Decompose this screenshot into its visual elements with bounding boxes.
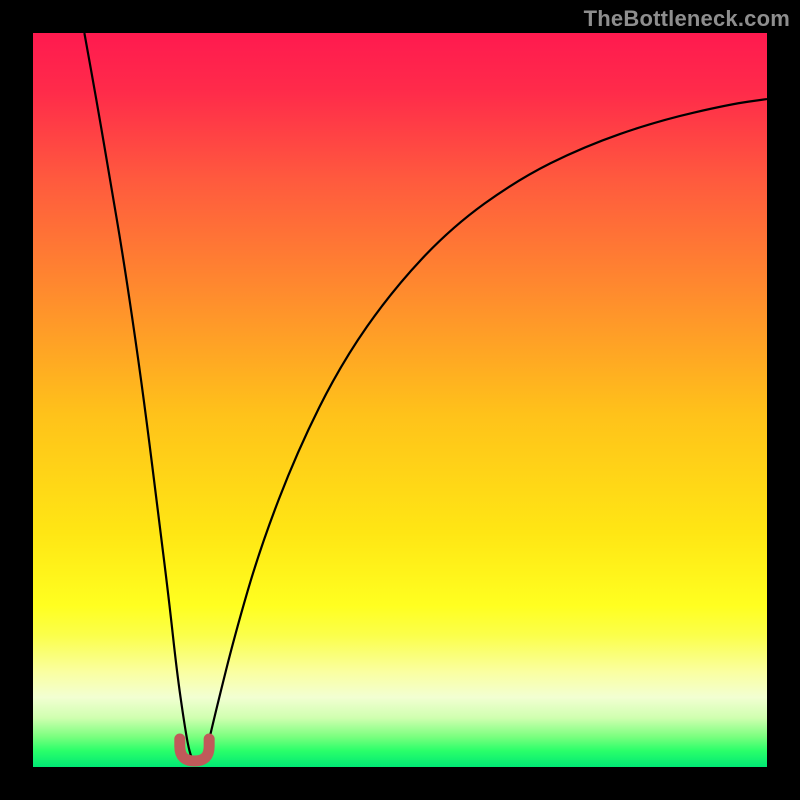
outer-frame: TheBottleneck.com (0, 0, 800, 800)
bottleneck-curve (33, 33, 767, 767)
notch-marker (180, 739, 209, 761)
curve-path (84, 33, 767, 763)
watermark-text: TheBottleneck.com (584, 6, 790, 32)
plot-area (33, 33, 767, 767)
